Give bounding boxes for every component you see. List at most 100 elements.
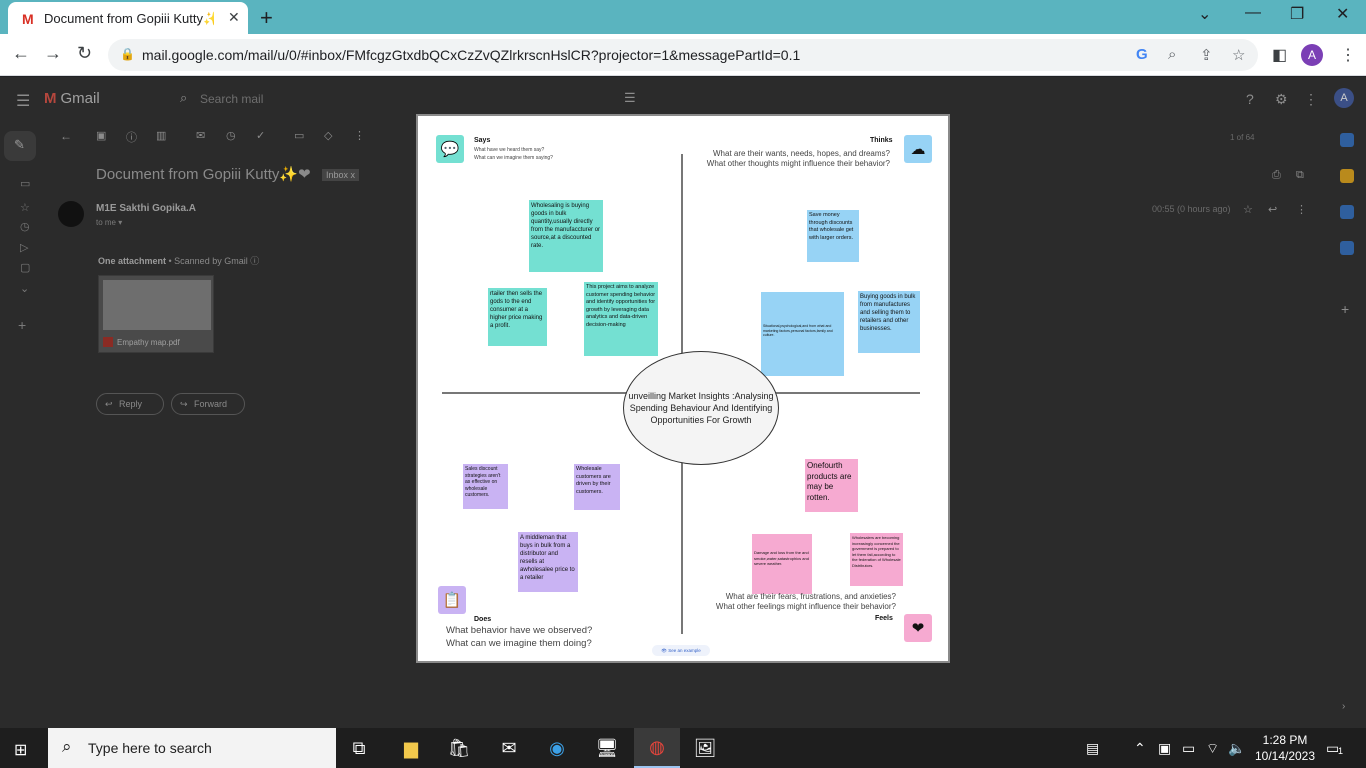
open-new-window-icon[interactable]: ⧉ [1296,169,1304,182]
recipient-dropdown[interactable]: to me ▾ [96,218,122,227]
more-actions-icon[interactable]: ⋮ [354,129,365,142]
feels-title: Feels [875,615,893,622]
calendar-icon[interactable] [1340,133,1354,147]
inbox-label-chip[interactable]: Inbox x [322,169,360,181]
network-pc-icon[interactable]: 🖥 [584,728,630,768]
menu-dots-icon[interactable]: ⋮ [1340,45,1356,65]
feels-sub1: What are their fears, frustrations, and … [725,592,896,601]
get-addons-icon[interactable]: + [1341,301,1349,317]
settings-icon[interactable]: ⚙ [1275,91,1288,108]
snooze-icon[interactable]: ◷ [226,129,236,142]
archive-icon[interactable]: ▣ [96,129,106,142]
address-bar[interactable]: 🔒 mail.google.com/mail/u/0/#inbox/FMfcgz… [108,39,1258,71]
main-menu-icon[interactable]: ☰ [16,91,30,111]
forward-label: Forward [194,399,228,409]
hide-side-panel-icon[interactable]: › [1342,701,1345,712]
google-icon[interactable]: G [1136,46,1148,63]
forward-button[interactable]: ↪ Forward [171,393,245,415]
see-example-button[interactable]: 👁 See an example [652,645,710,656]
battery-icon[interactable]: ▭ [1182,740,1195,757]
gmail-avatar[interactable]: A [1334,88,1354,108]
feels-note-damage: Damage and loss from the and smoke,water… [752,534,812,594]
does-sub2: What can we imagine them doing? [446,638,592,649]
task-view-icon[interactable]: ⧉ [336,728,382,768]
reply-button[interactable]: ↩ Reply [96,393,164,415]
zoom-icon[interactable]: ⌕ [1168,46,1176,63]
mark-unread-icon[interactable]: ✉ [196,129,205,142]
document-viewer: 💬 Says What have we heard them say? What… [416,114,950,663]
lock-icon[interactable]: 🔒 [120,47,135,61]
email-more-icon[interactable]: ⋮ [1296,203,1307,216]
reload-icon[interactable]: ↻ [77,43,92,64]
taskbar-clock[interactable]: 1:28 PM 10/14/2023 [1252,732,1318,764]
keep-icon[interactable] [1340,169,1354,183]
sender-avatar[interactable] [58,201,84,227]
starred-icon[interactable]: ☆ [20,201,30,214]
side-panel-icon[interactable]: ◧ [1272,45,1287,65]
wifi-icon[interactable]: ⌔ [1206,740,1219,758]
window-close-icon[interactable]: ✕ [1336,4,1349,24]
tasks-icon[interactable] [1340,205,1354,219]
taskbar-search-placeholder: Type here to search [88,740,212,756]
does-sub1: What behavior have we observed? [446,625,593,636]
move-to-icon[interactable]: ▭ [294,129,304,142]
speech-bubble-icon: 💬 [436,135,464,163]
compose-button[interactable]: ✎ [4,131,36,161]
share-icon[interactable]: ⇪ [1200,46,1213,64]
clipboard-icon: 📋 [438,586,466,614]
file-explorer-icon[interactable]: ▆ [388,728,434,768]
back-to-inbox-icon[interactable]: ← [60,129,72,143]
apps-icon[interactable]: ⋮ [1304,91,1318,108]
inbox-icon[interactable]: ▭ [20,177,30,190]
show-hidden-icons-icon[interactable]: ⌃ [1134,740,1146,757]
back-icon[interactable]: ← [12,43,30,64]
store-icon[interactable]: 🛍 [436,728,482,768]
gmail-search-placeholder: Search mail [200,92,264,106]
edge-icon[interactable]: ◉ [534,728,580,768]
mail-icon[interactable]: ✉ [486,728,532,768]
horizontal-divider-right [776,392,920,394]
more-icon[interactable]: ⌄ [20,282,29,295]
volume-icon[interactable]: 🔈 [1228,740,1245,757]
add-label-icon[interactable]: + [18,317,26,333]
browser-tab[interactable]: M Document from Gopiii Kutty✨❤ ✕ [8,2,248,34]
profile-avatar[interactable]: A [1301,44,1323,66]
gmail-logo-text: Gmail [60,90,100,107]
forward-icon[interactable]: → [44,43,62,64]
add-task-icon[interactable]: ✓ [256,129,265,142]
star-email-icon[interactable]: ☆ [1243,203,1253,216]
gmail-search[interactable]: ⌕ Search mail ☰ [170,85,650,113]
help-icon[interactable]: ? [1246,91,1254,107]
label-icon[interactable]: ◇ [324,129,332,142]
snoozed-icon[interactable]: ◷ [20,220,30,233]
says-title: Says [474,137,491,144]
contacts-icon[interactable] [1340,241,1354,255]
sent-icon[interactable]: ▷ [20,241,28,254]
new-tab-icon[interactable]: + [260,5,273,31]
gmail-logo[interactable]: M Gmail [44,90,100,107]
search-options-icon[interactable]: ☰ [624,90,636,106]
tab-search-icon[interactable]: ⌄ [1198,4,1211,24]
reply-icon[interactable]: ↩ [1268,203,1277,216]
pdf-icon [103,337,113,347]
minimize-icon[interactable]: — [1245,4,1261,22]
news-widget-icon[interactable]: ▤ [1086,740,1099,757]
windows-start-icon[interactable]: ⊞ [14,740,27,760]
print-icon[interactable]: ⎙ [1272,169,1281,182]
drafts-icon[interactable]: ▢ [20,261,30,274]
report-icon[interactable]: ⓘ [126,129,137,145]
image-viewer-icon[interactable]: 🖼 [682,728,728,768]
search-icon[interactable]: ⌕ [180,90,187,106]
star-icon[interactable]: ☆ [1232,46,1245,64]
taskbar-search[interactable]: ⌕ Type here to search [48,728,336,768]
email-subject: Document from Gopiii Kutty✨❤ [96,166,311,183]
chrome-icon[interactable]: ◍ [634,728,680,768]
thinks-title: Thinks [870,137,893,144]
attachment-thumbnail[interactable]: Empathy map.pdf [98,275,214,353]
meet-now-icon[interactable]: ▣ [1158,740,1171,757]
delete-icon[interactable]: ▥ [156,129,166,142]
restore-icon[interactable]: ❐ [1290,4,1304,24]
attachment-count: One attachment [98,256,167,266]
does-note-sales-discount: Sales discount strategies aren't as effe… [463,464,508,509]
close-tab-icon[interactable]: ✕ [228,9,240,26]
